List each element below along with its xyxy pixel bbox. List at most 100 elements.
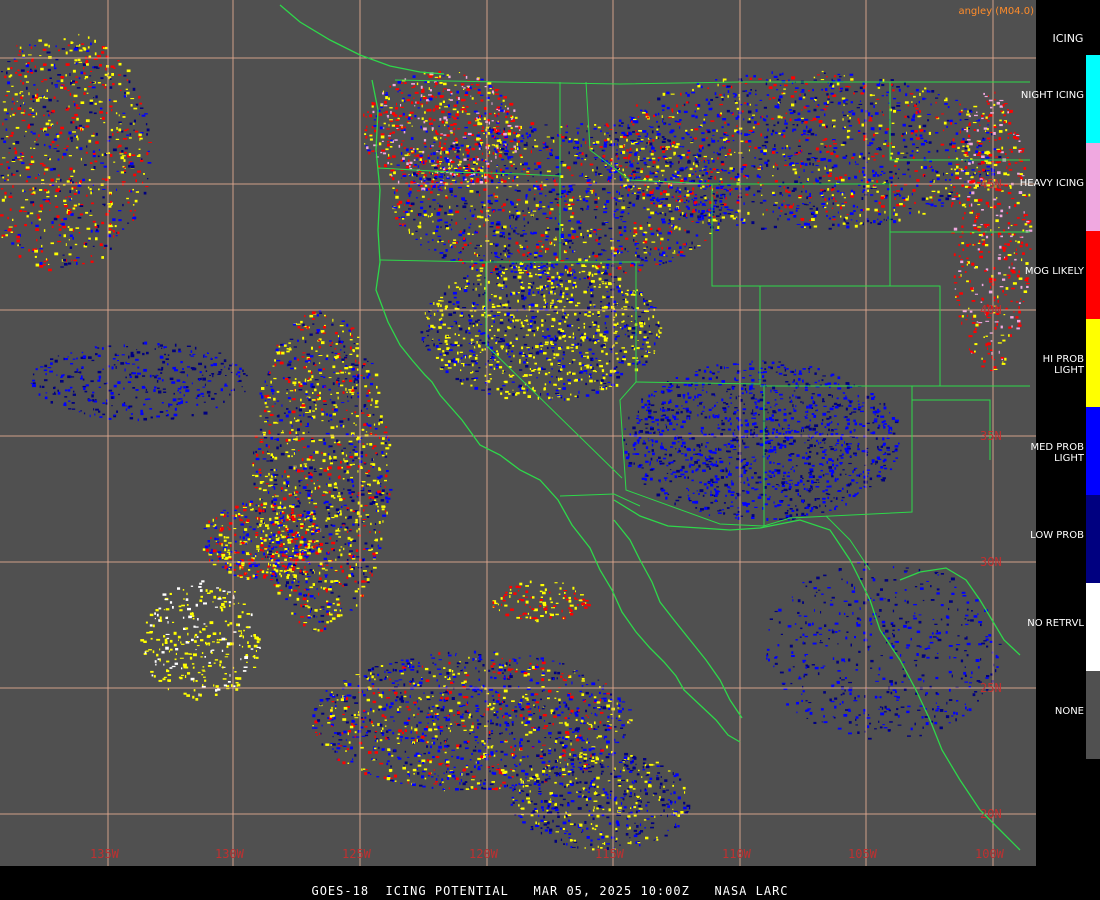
icing-pixel bbox=[978, 323, 981, 326]
icing-pixel bbox=[632, 160, 635, 162]
icing-pixel bbox=[391, 112, 396, 116]
icing-pixel bbox=[527, 221, 529, 224]
icing-pixel bbox=[108, 230, 111, 234]
icing-pixel bbox=[650, 248, 652, 251]
icing-pixel bbox=[446, 74, 449, 76]
icing-pixel bbox=[62, 152, 67, 156]
icing-pixel bbox=[698, 203, 700, 206]
icing-pixel bbox=[691, 114, 695, 118]
icing-pixel bbox=[438, 208, 442, 211]
icing-pixel bbox=[777, 115, 781, 119]
icing-pixel bbox=[549, 211, 552, 215]
icing-pixel bbox=[615, 165, 617, 168]
icing-pixel bbox=[585, 177, 589, 178]
icing-pixel bbox=[630, 165, 634, 168]
icing-pixel bbox=[702, 121, 706, 124]
icing-pixel bbox=[34, 45, 37, 47]
icing-pixel bbox=[274, 359, 276, 362]
icing-pixel bbox=[471, 214, 475, 218]
icing-pixel bbox=[102, 116, 105, 120]
icing-pixel bbox=[664, 178, 667, 182]
icing-pixel bbox=[74, 113, 78, 117]
icing-pixel bbox=[439, 252, 444, 254]
icing-pixel bbox=[715, 79, 718, 81]
icing-pixel bbox=[868, 113, 870, 117]
icing-pixel bbox=[75, 76, 78, 78]
icing-pixel bbox=[835, 177, 839, 180]
icing-pixel bbox=[483, 255, 485, 257]
icing-pixel bbox=[49, 209, 51, 211]
icing-pixel bbox=[70, 121, 73, 124]
icing-pixel bbox=[455, 146, 457, 149]
icing-pixel bbox=[475, 83, 480, 86]
icing-pixel bbox=[665, 162, 669, 164]
icing-pixel bbox=[394, 191, 396, 195]
icing-pixel bbox=[493, 192, 495, 196]
icing-pixel bbox=[707, 130, 711, 134]
icing-pixel bbox=[698, 210, 700, 213]
icing-pixel bbox=[559, 196, 563, 198]
icing-pixel bbox=[671, 174, 674, 176]
icing-pixel bbox=[132, 204, 135, 206]
icing-pixel bbox=[114, 225, 117, 228]
icing-pixel bbox=[343, 488, 345, 490]
icing-pixel bbox=[595, 233, 597, 236]
icing-pixel bbox=[45, 122, 50, 126]
icing-pixel bbox=[786, 186, 790, 189]
icing-pixel bbox=[30, 193, 35, 195]
icing-pixel bbox=[691, 241, 693, 245]
icing-pixel bbox=[774, 180, 778, 183]
icing-pixel bbox=[33, 84, 36, 86]
icing-pixel bbox=[30, 98, 33, 100]
icing-pixel bbox=[993, 296, 996, 300]
icing-pixel bbox=[446, 177, 450, 179]
icing-pixel bbox=[755, 89, 757, 92]
icing-pixel bbox=[657, 233, 659, 237]
icing-pixel bbox=[967, 110, 969, 113]
icing-pixel bbox=[374, 523, 377, 525]
icing-pixel bbox=[707, 159, 710, 161]
icing-pixel bbox=[948, 192, 952, 195]
icing-pixel bbox=[884, 131, 888, 134]
icing-pixel bbox=[1003, 314, 1006, 316]
icing-pixel bbox=[85, 242, 88, 246]
icing-pixel bbox=[532, 175, 534, 178]
icing-pixel bbox=[110, 202, 112, 206]
icing-pixel bbox=[546, 157, 550, 159]
icing-pixel bbox=[388, 97, 390, 101]
icing-pixel bbox=[83, 72, 86, 75]
icing-pixel bbox=[956, 299, 960, 301]
icing-pixel bbox=[701, 159, 703, 162]
icing-pixel bbox=[651, 130, 654, 134]
icing-pixel bbox=[944, 99, 948, 102]
icing-pixel bbox=[413, 172, 416, 175]
icing-pixel bbox=[841, 204, 845, 207]
icing-pixel bbox=[885, 197, 887, 199]
icing-pixel bbox=[1008, 266, 1011, 269]
icing-pixel bbox=[16, 45, 18, 47]
icing-pixel bbox=[816, 207, 819, 211]
icing-pixel bbox=[68, 131, 72, 135]
icing-pixel bbox=[134, 130, 139, 133]
icing-pixel bbox=[764, 141, 769, 144]
icing-pixel bbox=[695, 173, 697, 175]
icing-pixel bbox=[1, 198, 5, 202]
icing-pixel bbox=[998, 254, 1002, 256]
icing-pixel bbox=[592, 142, 595, 144]
icing-pixel bbox=[965, 172, 970, 175]
icing-pixel bbox=[800, 162, 805, 165]
icing-pixel bbox=[98, 188, 100, 191]
icing-pixel bbox=[545, 250, 547, 253]
icing-pixel bbox=[611, 169, 616, 172]
icing-pixel bbox=[666, 146, 670, 148]
icing-pixel bbox=[416, 190, 421, 192]
icing-pixel bbox=[467, 121, 472, 124]
icing-pixel bbox=[365, 116, 368, 118]
icing-pixel bbox=[772, 97, 776, 99]
icing-pixel bbox=[408, 196, 411, 198]
icing-pixel bbox=[1009, 275, 1011, 278]
icing-pixel bbox=[113, 235, 115, 238]
icing-pixel bbox=[747, 140, 752, 143]
icing-pixel bbox=[109, 78, 112, 80]
icing-pixel bbox=[1026, 285, 1029, 288]
